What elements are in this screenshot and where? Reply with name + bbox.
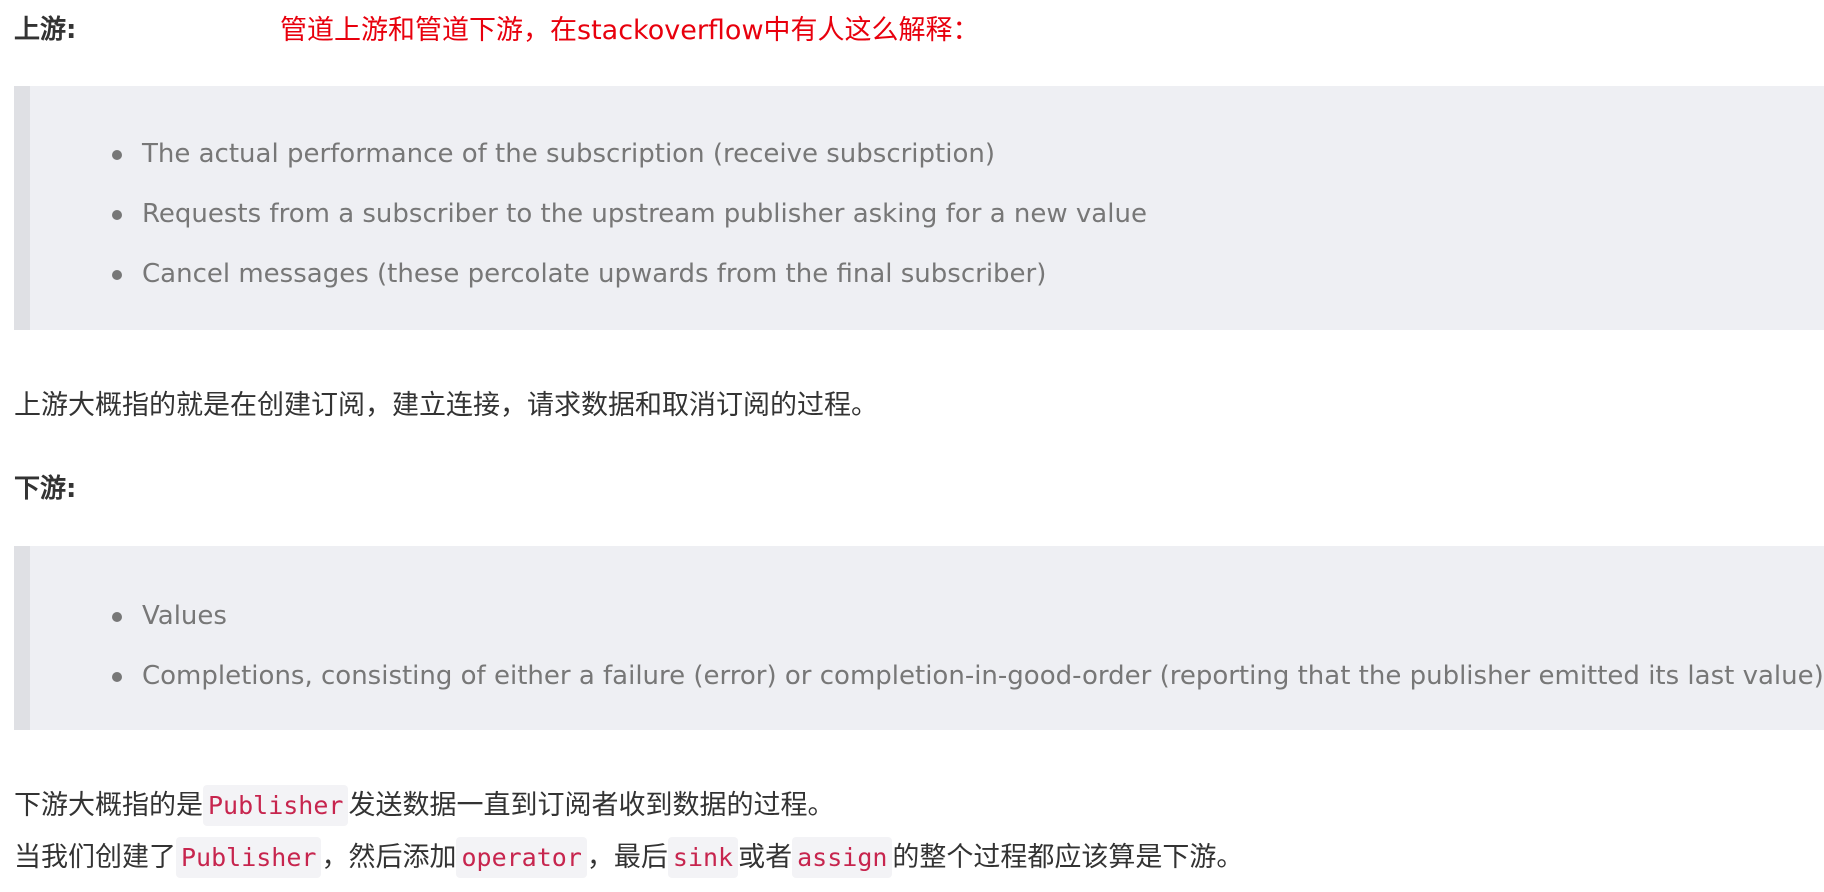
bullet-icon	[112, 210, 122, 220]
downstream-blockquote: Values Completions, consisting of either…	[14, 546, 1824, 730]
text-span: 发送数据一直到订阅者收到数据的过程。	[348, 790, 835, 821]
list-item: Requests from a subscriber to the upstre…	[112, 199, 1147, 229]
text-span: 当我们创建了	[14, 842, 176, 873]
list-item-text: Values	[142, 601, 227, 631]
list-item: Cancel messages (these percolate upwards…	[112, 259, 1047, 289]
upstream-summary: 上游大概指的就是在创建订阅，建立连接，请求数据和取消订阅的过程。	[14, 390, 878, 421]
bullet-icon	[112, 270, 122, 280]
annotation-note: 管道上游和管道下游，在stackoverflow中有人这么解释：	[280, 15, 980, 46]
list-item-text: Cancel messages (these percolate upwards…	[142, 259, 1047, 289]
text-span: 或者	[738, 842, 793, 873]
list-item: The actual performance of the subscripti…	[112, 139, 995, 169]
text-span: ，然后添加	[321, 842, 457, 873]
inline-code: Publisher	[176, 837, 322, 878]
upstream-blockquote: The actual performance of the subscripti…	[14, 86, 1824, 330]
list-item: Values	[112, 601, 227, 631]
text-span: ，最后	[586, 842, 668, 873]
downstream-summary-line1: 下游大概指的是 Publisher 发送数据一直到订阅者收到数据的过程。	[14, 785, 835, 826]
inline-code: assign	[792, 837, 893, 878]
text-span: 的整个过程都应该算是下游。	[892, 842, 1244, 873]
bullet-icon	[112, 612, 122, 622]
downstream-summary-line2: 当我们创建了 Publisher ，然后添加 operator ，最后 sink 或者 ass…	[14, 837, 1244, 878]
downstream-heading: 下游:	[14, 474, 77, 504]
list-item-text: Completions, consisting of either a fail…	[142, 661, 1824, 691]
list-item-text: Requests from a subscriber to the upstre…	[142, 199, 1147, 229]
inline-code: sink	[667, 837, 739, 878]
upstream-heading: 上游:	[14, 15, 77, 45]
bullet-icon	[112, 672, 122, 682]
bullet-icon	[112, 150, 122, 160]
list-item: Completions, consisting of either a fail…	[112, 661, 1824, 691]
text-span: 下游大概指的是	[14, 790, 203, 821]
list-item-text: The actual performance of the subscripti…	[142, 139, 995, 169]
inline-code: operator	[456, 837, 587, 878]
inline-code: Publisher	[203, 785, 349, 826]
